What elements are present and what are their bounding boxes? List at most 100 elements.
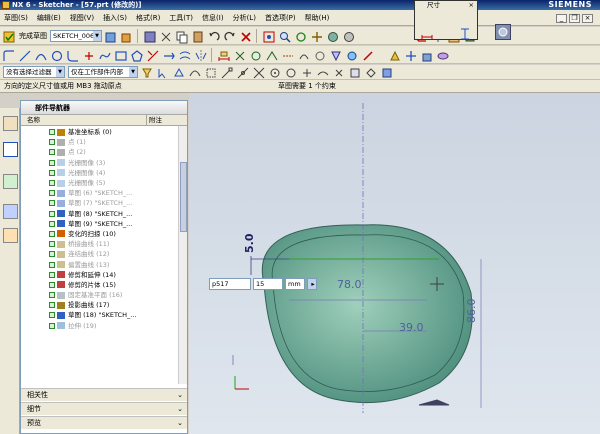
alternate-solution-icon[interactable] xyxy=(296,48,310,62)
menu-info[interactable]: 信息(I) xyxy=(202,13,224,23)
visibility-checkbox[interactable] xyxy=(49,129,55,136)
tree-item[interactable]: 点 (1) xyxy=(49,137,187,147)
snap-midpoint-icon[interactable] xyxy=(235,65,249,79)
menu-edit[interactable]: 编辑(E) xyxy=(37,13,61,23)
menu-insert[interactable]: 插入(S) xyxy=(103,13,127,23)
save-icon[interactable] xyxy=(142,29,156,43)
dim-label-5[interactable]: 5.0 xyxy=(243,229,256,254)
visibility-checkbox[interactable] xyxy=(49,251,55,258)
revolve-icon[interactable] xyxy=(435,48,449,62)
snap-existing-icon[interactable] xyxy=(331,65,345,79)
visibility-checkbox[interactable] xyxy=(49,200,55,207)
polygon-icon[interactable] xyxy=(129,48,143,62)
tree-item[interactable]: 连结曲线 (12) xyxy=(49,249,187,259)
rotate-icon[interactable] xyxy=(293,29,307,43)
visibility-checkbox[interactable] xyxy=(49,281,55,288)
close-icon[interactable]: × xyxy=(469,1,474,10)
extend-icon[interactable] xyxy=(161,48,175,62)
snap-quadrant-icon[interactable] xyxy=(283,65,297,79)
tree-item[interactable]: 草图 (18) "SKETCH_... xyxy=(49,310,187,320)
scope-select[interactable]: 仅在工作部件内部 ▼ xyxy=(68,66,138,78)
show-constraints-icon[interactable] xyxy=(248,48,262,62)
profile-icon[interactable] xyxy=(1,48,15,62)
snap-bounded-icon[interactable] xyxy=(363,65,377,79)
tree-item[interactable]: 固定基准平面 (16) xyxy=(49,290,187,300)
undo-icon[interactable] xyxy=(206,29,220,43)
delete-icon[interactable] xyxy=(238,29,252,43)
visibility-checkbox[interactable] xyxy=(49,230,55,237)
fillet-icon[interactable] xyxy=(65,48,79,62)
restore-button[interactable]: ❐ xyxy=(569,14,580,23)
mirror-icon[interactable] xyxy=(193,48,207,62)
visibility-checkbox[interactable] xyxy=(49,190,55,197)
name-column-header[interactable]: 名称 xyxy=(21,115,147,125)
tree-item[interactable]: 投影曲线 (17) xyxy=(49,300,187,310)
menu-chevron-icon[interactable]: ▸ xyxy=(307,278,317,290)
graphics-window[interactable]: 5.0 78.0 39.0 86.0 p517 15 mm ▸ xyxy=(189,93,600,434)
extrude-icon[interactable] xyxy=(419,48,433,62)
fit-view-icon[interactable] xyxy=(261,29,275,43)
tree-item[interactable]: 点 (2) xyxy=(49,147,187,157)
paste-icon[interactable] xyxy=(190,29,204,43)
minimize-button[interactable]: _ xyxy=(556,14,567,23)
expression-name-field[interactable]: p517 xyxy=(209,278,251,290)
reuse-library-icon[interactable] xyxy=(3,174,18,189)
constraint-icon[interactable] xyxy=(232,48,246,62)
convert-reference-icon[interactable] xyxy=(280,48,294,62)
dimension-settings-icon[interactable] xyxy=(495,24,512,40)
tree-item[interactable]: 草图 (7) "SKETCH_... xyxy=(49,198,187,208)
render-icon[interactable] xyxy=(341,29,355,43)
tree-item[interactable]: 拉伸 (19) xyxy=(49,321,187,331)
dim-label-78[interactable]: 78.0 xyxy=(337,278,362,291)
preview-panel[interactable]: 预览 ⌄ xyxy=(21,416,187,429)
visibility-checkbox[interactable] xyxy=(49,302,55,309)
pan-icon[interactable] xyxy=(309,29,323,43)
visibility-checkbox[interactable] xyxy=(49,169,55,176)
redo-icon[interactable] xyxy=(222,29,236,43)
scrollbar-thumb[interactable] xyxy=(180,162,187,232)
visibility-checkbox[interactable] xyxy=(49,322,55,329)
visibility-checkbox[interactable] xyxy=(49,261,55,268)
tree-item[interactable]: 桥接曲线 (11) xyxy=(49,239,187,249)
tree-item[interactable]: 变化的扫掠 (10) xyxy=(49,229,187,239)
close-button[interactable]: × xyxy=(582,14,593,23)
selection-filter-select[interactable]: 没有选择过滤器 ▼ xyxy=(3,66,65,78)
zoom-icon[interactable] xyxy=(277,29,291,43)
snap-endpoint-icon[interactable] xyxy=(219,65,233,79)
filter-reset-icon[interactable] xyxy=(139,65,153,79)
shaded-icon[interactable] xyxy=(325,29,339,43)
orient-view-icon[interactable] xyxy=(103,29,117,43)
line-icon[interactable] xyxy=(17,48,31,62)
tree-item[interactable]: 草图 (8) "SKETCH_... xyxy=(49,209,187,219)
history-icon[interactable] xyxy=(3,204,18,219)
cut-icon[interactable] xyxy=(158,29,172,43)
roles-icon[interactable] xyxy=(3,228,18,243)
select-all-icon[interactable] xyxy=(155,65,169,79)
auto-constrain-icon[interactable] xyxy=(264,48,278,62)
tree-item[interactable]: 光栅图像 (3) xyxy=(49,158,187,168)
tree-item[interactable]: 草图 (6) "SKETCH_... xyxy=(49,188,187,198)
model-view[interactable] xyxy=(189,93,600,434)
note-column-header[interactable]: 附注 xyxy=(147,115,162,125)
dimension-vertical-icon[interactable] xyxy=(457,26,471,40)
tree-item[interactable]: 光栅图像 (5) xyxy=(49,178,187,188)
visibility-checkbox[interactable] xyxy=(49,139,55,146)
delay-evaluation-icon[interactable] xyxy=(328,48,342,62)
select-region-icon[interactable] xyxy=(203,65,217,79)
sketch-style-icon[interactable] xyxy=(360,48,374,62)
visibility-checkbox[interactable] xyxy=(49,312,55,319)
reattach-icon[interactable] xyxy=(119,29,133,43)
dim-label-86[interactable]: 86.0 xyxy=(465,299,478,324)
menu-preferences[interactable]: 首选项(P) xyxy=(265,13,296,23)
tree-scrollbar[interactable] xyxy=(178,126,187,384)
rectangle-icon[interactable] xyxy=(113,48,127,62)
quick-trim-icon[interactable] xyxy=(145,48,159,62)
visibility-checkbox[interactable] xyxy=(49,149,55,156)
animate-dimension-icon[interactable] xyxy=(312,48,326,62)
tree-item[interactable]: 光栅图像 (4) xyxy=(49,168,187,178)
spline-icon[interactable] xyxy=(97,48,111,62)
menu-tools[interactable]: 工具(T) xyxy=(169,13,193,23)
datum-icon[interactable] xyxy=(403,48,417,62)
visibility-checkbox[interactable] xyxy=(49,292,55,299)
menu-analysis[interactable]: 分析(L) xyxy=(233,13,256,23)
